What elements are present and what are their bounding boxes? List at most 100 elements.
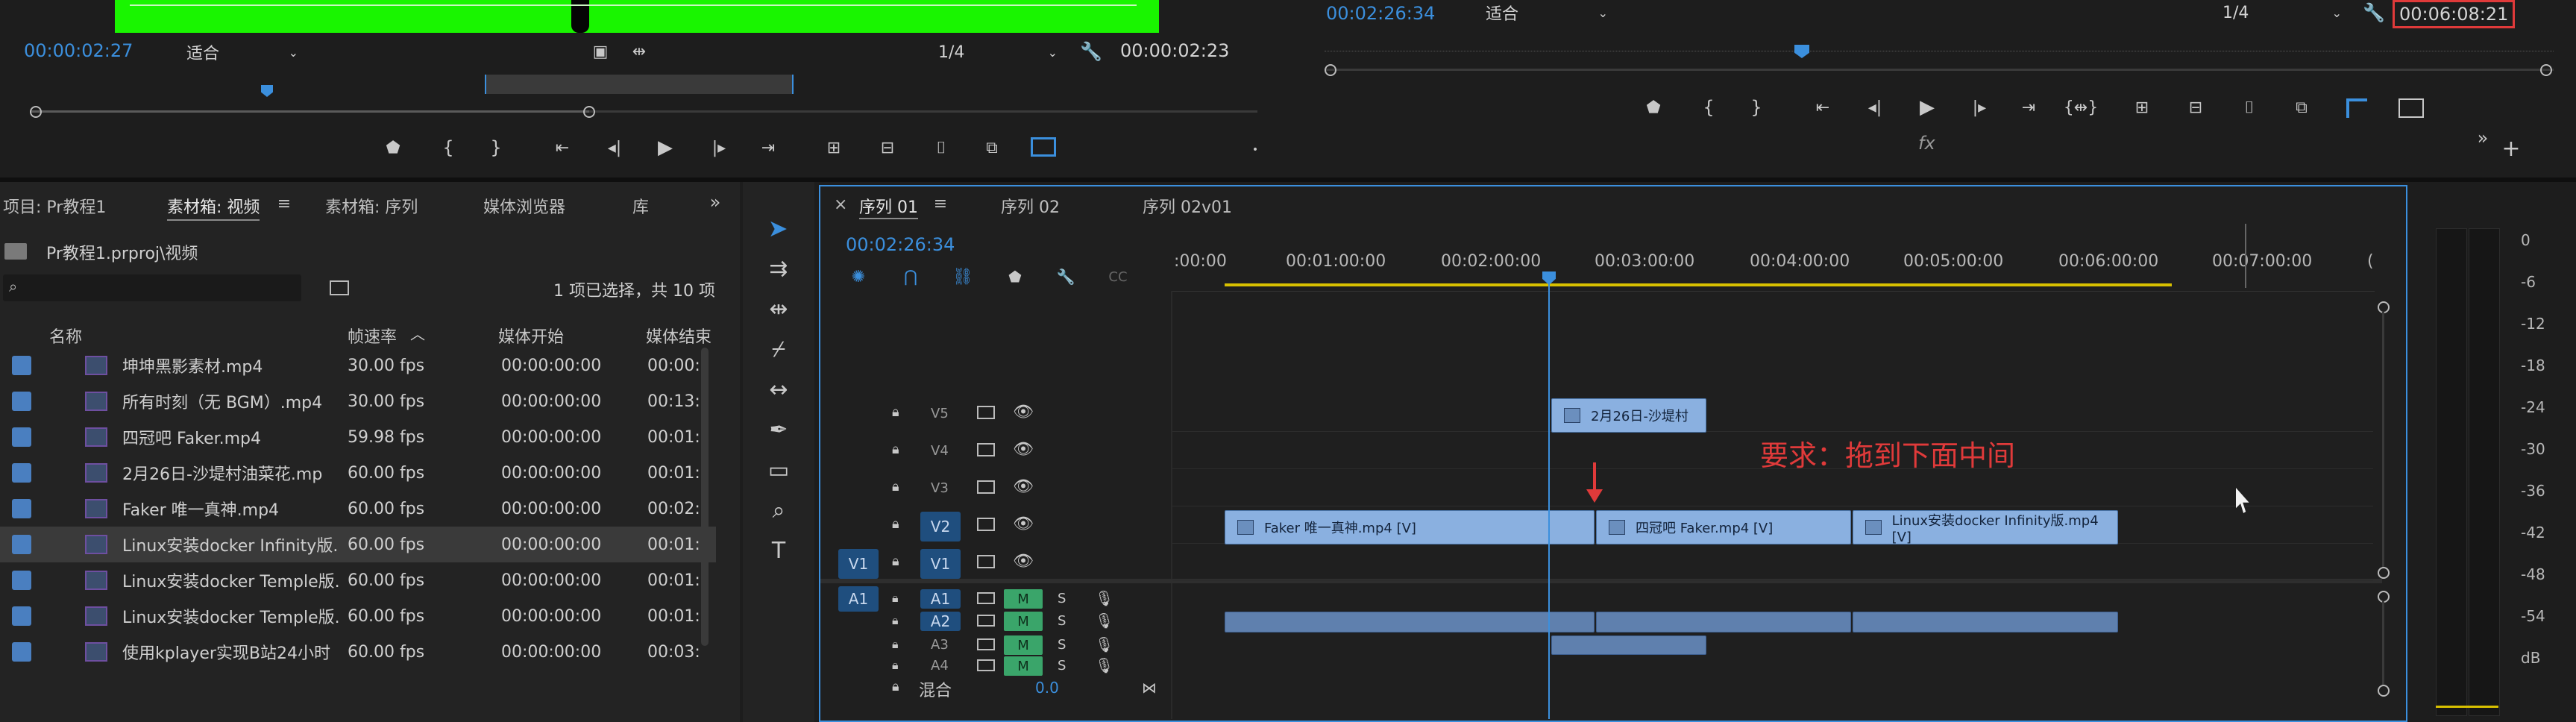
step-back-icon[interactable]: ◂| [601, 134, 628, 161]
label-color-swatch[interactable] [12, 606, 31, 626]
pen-icon[interactable]: ✒ [758, 413, 799, 446]
wrench-icon[interactable]: 🔧 [2361, 0, 2387, 25]
zoom-handle-left[interactable] [30, 106, 42, 118]
sync-lock-icon[interactable] [977, 443, 995, 456]
track-label-a3[interactable]: A3 [931, 637, 949, 653]
extract-icon[interactable]: ⊟ [2181, 94, 2211, 121]
track-label-a4[interactable]: A4 [931, 658, 949, 674]
step-forward-icon[interactable]: |▸ [706, 134, 732, 161]
track-label-v4[interactable]: V4 [931, 443, 949, 459]
camera-icon[interactable]: ⌷ [928, 134, 955, 161]
tab-bin-sequence[interactable]: 素材箱: 序列 [325, 194, 418, 218]
track-select-icon[interactable]: ⇉ [758, 252, 799, 285]
tab-project[interactable]: 项目: Pr教程1 [3, 194, 106, 218]
tab-bin-video[interactable]: 素材箱: 视频 [167, 194, 260, 221]
source-patch-a1[interactable]: A1 [838, 586, 879, 612]
tab-sequence-02[interactable]: 序列 02 [1001, 194, 1060, 218]
rectangle-icon[interactable]: ▭ [758, 453, 799, 486]
sync-lock-icon[interactable] [977, 518, 995, 531]
slip-icon[interactable]: ↔ [758, 373, 799, 406]
list-item[interactable]: 四冠吧 Faker.mp4 59.98 fps 00:00:00:00 00:01: [0, 419, 716, 455]
wrench-icon[interactable]: 🔧 [1055, 266, 1077, 288]
swap-icon[interactable]: ⧉ [977, 134, 1007, 161]
clip-v2-four-crowns[interactable]: 四冠吧 Faker.mp4 [V] [1596, 510, 1851, 544]
play-icon[interactable]: ▶ [1914, 94, 1941, 121]
list-item[interactable]: 所有时刻（无 BGM）.mp4 30.00 fps 00:00:00:00 00:13… [0, 383, 716, 419]
lift-icon[interactable]: ⊞ [2127, 94, 2157, 121]
ripple-edit-icon[interactable]: ⇹ [758, 292, 799, 325]
lock-icon[interactable]: 🔒︎ [892, 404, 899, 420]
camera-icon[interactable]: ⌷ [2236, 94, 2263, 121]
play-icon[interactable]: ▶ [652, 134, 679, 161]
zoom-handle-left[interactable] [1325, 64, 1336, 76]
list-item[interactable]: Linux安装docker Temple版. 60.00 fps 00:00:00:… [0, 598, 716, 634]
clip-v2-faker[interactable]: Faker 唯一真神.mp4 [V] [1225, 510, 1595, 544]
eye-icon[interactable]: 👁︎ [1013, 403, 1034, 421]
timeline-timecode[interactable]: 00:02:26:34 [846, 234, 955, 255]
go-to-out-icon[interactable]: ⇥ [755, 134, 782, 161]
mute-button[interactable]: M [1004, 635, 1043, 655]
search-input[interactable]: ⌕ [3, 274, 301, 301]
nest-icon[interactable]: ✺ [847, 266, 870, 288]
program-resolution-select[interactable]: 1/4 ⌄ [2222, 1, 2342, 24]
label-color-swatch[interactable] [12, 642, 31, 662]
lock-icon[interactable]: 🔒︎ [892, 637, 899, 652]
add-marker-icon[interactable]: ⬟ [1642, 94, 1665, 121]
audio-scrollbar[interactable] [2378, 591, 2390, 703]
sync-lock-icon[interactable] [977, 659, 995, 671]
mark-in-icon[interactable]: { [437, 134, 459, 161]
list-item[interactable]: Linux安装docker Temple版. 60.00 fps 00:00:00:… [0, 562, 716, 598]
safe-margins-icon[interactable] [2398, 98, 2424, 118]
fx-label[interactable]: fx [1918, 133, 1935, 154]
vr-icon[interactable] [2346, 98, 2367, 118]
compare-icon[interactable]: ⧉ [2287, 94, 2316, 121]
video-scrollbar[interactable] [2378, 301, 2390, 579]
clip-a3-shadi[interactable] [1551, 635, 1706, 655]
mark-out-icon[interactable]: } [1745, 94, 1768, 121]
lock-icon[interactable]: 🔒︎ [892, 679, 899, 694]
more-panels-icon[interactable]: » [704, 191, 726, 213]
source-mini-ruler[interactable] [30, 72, 1257, 101]
list-item[interactable]: Linux安装docker Infinity版. 60.00 fps 00:00:0… [0, 527, 716, 562]
add-marker-icon[interactable]: ⬟ [382, 134, 404, 161]
eye-icon[interactable]: 👁︎ [1013, 515, 1034, 533]
overwrite-icon[interactable]: ⊟ [873, 134, 902, 161]
sync-lock-icon[interactable] [977, 638, 995, 650]
sync-lock-icon[interactable] [977, 480, 995, 494]
tab-library[interactable]: 库 [632, 194, 649, 218]
program-timecode[interactable]: 00:02:26:34 [1326, 3, 1435, 24]
lock-icon[interactable]: 🔒︎ [892, 553, 899, 569]
label-color-swatch[interactable] [12, 356, 31, 375]
eye-icon[interactable]: 👁︎ [1013, 440, 1034, 459]
source-playhead[interactable] [261, 85, 273, 97]
list-item[interactable]: Faker 唯一真神.mp4 60.00 fps 00:00:00:00 00:02: [0, 491, 716, 527]
label-color-swatch[interactable] [12, 499, 31, 518]
solo-button[interactable]: S [1058, 613, 1066, 629]
col-name[interactable]: 名称 [49, 324, 82, 348]
list-item[interactable]: 2月26日-沙堤村油菜花.mp 60.00 fps 00:00:00:00 00:01… [0, 455, 716, 491]
source-resolution-select[interactable]: 1/4 ⌄ [938, 40, 1058, 64]
menu-icon[interactable]: ≡ [929, 192, 952, 215]
list-item[interactable]: 使用kplayer实现B站24小时 60.00 fps 00:00:00:00 00:… [0, 634, 716, 670]
tab-sequence-01[interactable]: 序列 01 [859, 194, 918, 219]
program-fit-select[interactable]: 适合 ⌄ [1486, 1, 1608, 24]
track-target-v2[interactable]: V2 [920, 512, 961, 542]
clip-a1-a2-faker[interactable] [1225, 612, 1595, 632]
col-fps[interactable]: 帧速率 [348, 324, 397, 348]
clip-v5-video[interactable]: 2月26日-沙堤村 [1551, 398, 1706, 433]
export-frame-icon[interactable]: ▣ [589, 40, 612, 63]
mic-icon[interactable]: 🎙︎ [1095, 612, 1113, 630]
program-mini-ruler[interactable] [1325, 39, 2554, 76]
add-button-icon[interactable]: + [2500, 136, 2522, 162]
track-target-v1[interactable]: V1 [920, 549, 961, 579]
sync-lock-icon[interactable] [977, 406, 995, 419]
mute-button[interactable]: M [1004, 612, 1043, 631]
wrench-icon[interactable]: 🔧 [1078, 39, 1104, 64]
program-playhead[interactable] [1794, 45, 1809, 58]
tab-sequence-02v01[interactable]: 序列 02v01 [1143, 194, 1232, 218]
source-zoom-bar[interactable] [30, 106, 1257, 118]
track-target-a1[interactable]: A1 [920, 589, 961, 609]
lock-icon[interactable]: 🔒︎ [892, 591, 899, 606]
new-bin-icon[interactable] [330, 280, 349, 295]
step-forward-icon[interactable]: |▸ [1966, 94, 1993, 121]
